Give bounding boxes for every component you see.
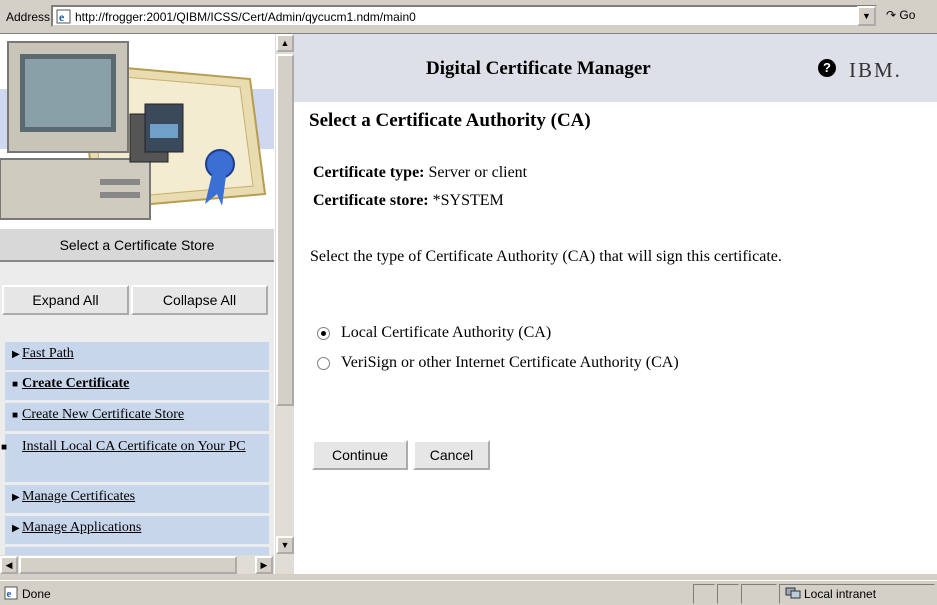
certificate-store-label: Certificate store: [313, 192, 429, 209]
expand-arrow-icon: ▶ [12, 349, 20, 360]
scroll-right-icon[interactable]: ▶ [255, 556, 273, 574]
square-bullet-icon: ■ [12, 410, 19, 421]
option-verisign-ca[interactable]: VeriSign or other Internet Certificate A… [317, 354, 679, 372]
ie-page-icon: e [4, 586, 18, 600]
address-dropdown-button[interactable]: ▼ [857, 6, 876, 26]
svg-text:e: e [7, 588, 12, 600]
status-bar: e Done Local intranet [0, 580, 937, 605]
status-pane [693, 584, 715, 604]
nav-item-label[interactable]: Manage Certificates [22, 489, 135, 504]
nav-item-label[interactable]: Install Local CA Certificate on Your PC [22, 439, 246, 454]
nav-item-label[interactable]: Manage Applications [22, 520, 141, 535]
instruction-text: Select the type of Certificate Authority… [310, 248, 782, 265]
expand-arrow-icon: ▶ [12, 492, 20, 503]
status-text: Done [22, 587, 51, 601]
expand-arrow-icon: ▶ [12, 523, 20, 534]
scroll-down-icon[interactable]: ▼ [276, 536, 294, 554]
address-label: Address [6, 10, 51, 24]
go-button[interactable]: ↷ Go [886, 8, 915, 22]
nav-item-fast-path[interactable]: ▶ Fast Path [5, 342, 269, 370]
vertical-scrollbar[interactable]: ▲ ▼ [274, 34, 294, 574]
scroll-left-icon[interactable]: ◀ [0, 556, 18, 574]
computer-certificate-illustration [0, 41, 274, 220]
go-arrow-icon: ↷ [886, 8, 897, 22]
radio-button-checked[interactable] [317, 326, 330, 340]
nav-item-manage-applications[interactable]: ▶ Manage Applications [5, 516, 269, 544]
navigation-frame: Select a Certificate Store Expand All Co… [0, 34, 274, 574]
option-label[interactable]: Local Certificate Authority (CA) [341, 324, 551, 342]
header-title: Digital Certificate Manager [426, 58, 651, 79]
nav-item-create-certificate[interactable]: ■ Create Certificate [5, 372, 269, 400]
certificate-store-field: Certificate store: *SYSTEM [313, 192, 504, 210]
horizontal-scrollbar[interactable]: ◀ ▶ [0, 555, 274, 574]
nav-item-label[interactable]: Fast Path [22, 346, 74, 361]
nav-item-label[interactable]: Create Certificate [22, 376, 129, 391]
page-header: Digital Certificate Manager ? IBM. [294, 34, 937, 102]
select-certificate-store-link[interactable]: Select a Certificate Store [0, 229, 274, 262]
page-title: Select a Certificate Authority (CA) [309, 110, 591, 131]
ibm-logo: IBM. [849, 58, 902, 82]
certificate-type-field: Certificate type: Server or client [313, 164, 527, 182]
content-frame: Digital Certificate Manager ? IBM. Selec… [294, 34, 937, 574]
nav-item-install-local-ca-certificate[interactable]: ■ Install Local CA Certificate on Your PC [1, 434, 269, 482]
ie-page-icon: e [56, 9, 71, 24]
nav-item-label[interactable]: Create New Certificate Store [22, 407, 184, 422]
address-url: http://frogger:2001/QIBM/ICSS/Cert/Admin… [75, 10, 416, 24]
nav-item-create-new-certificate-store[interactable]: ■ Create New Certificate Store [5, 403, 269, 431]
expand-all-button[interactable]: Expand All [2, 285, 129, 315]
square-bullet-icon: ■ [12, 379, 19, 390]
cancel-button[interactable]: Cancel [413, 440, 490, 470]
status-pane [717, 584, 739, 604]
nav-item-manage-certificates[interactable]: ▶ Manage Certificates [5, 485, 269, 513]
option-label[interactable]: VeriSign or other Internet Certificate A… [341, 354, 679, 372]
certificate-store-value: *SYSTEM [432, 192, 504, 209]
option-local-ca[interactable]: Local Certificate Authority (CA) [317, 324, 551, 342]
svg-text:e: e [59, 10, 65, 24]
intranet-zone-icon [785, 587, 801, 599]
radio-button[interactable] [317, 356, 330, 370]
certificate-type-value: Server or client [428, 164, 528, 181]
go-label: Go [899, 8, 916, 22]
zone-text: Local intranet [804, 587, 877, 601]
banner-image [0, 34, 274, 229]
help-icon[interactable]: ? [818, 59, 836, 77]
scroll-up-icon[interactable]: ▲ [276, 34, 294, 52]
address-toolbar: Address e http://frogger:2001/QIBM/ICSS/… [0, 0, 937, 34]
certificate-type-label: Certificate type: [313, 164, 425, 181]
continue-button[interactable]: Continue [312, 440, 408, 470]
status-pane [741, 584, 777, 604]
square-bullet-icon: ■ [1, 442, 8, 453]
collapse-all-button[interactable]: Collapse All [131, 285, 268, 315]
horizontal-scroll-thumb[interactable] [19, 556, 237, 574]
vertical-scroll-thumb[interactable] [276, 54, 294, 406]
address-input[interactable]: e http://frogger:2001/QIBM/ICSS/Cert/Adm… [51, 5, 877, 27]
